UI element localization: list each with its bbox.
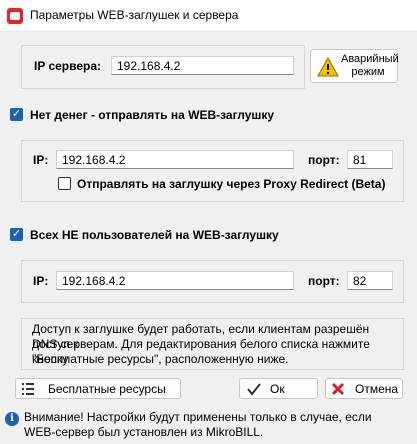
info-icon: i xyxy=(5,412,19,426)
ok-label: Ок xyxy=(270,382,285,396)
no-money-checkbox[interactable]: ✓ xyxy=(10,108,23,121)
app-icon xyxy=(7,8,23,24)
non-users-checkbox[interactable]: ✓ xyxy=(10,228,23,241)
non-users-ip-input[interactable]: 192.168.4.2 xyxy=(56,271,294,290)
cancel-x-icon xyxy=(331,382,345,396)
no-money-port-input[interactable]: 81 xyxy=(347,150,393,169)
non-users-port-input[interactable]: 82 xyxy=(347,271,393,290)
server-ip-label: IP сервера: xyxy=(34,59,102,73)
warning-icon xyxy=(317,57,339,77)
footer-line-1: Внимание! Настройки будут применены толь… xyxy=(24,410,372,424)
no-money-label: Нет денег - отправлять на WEB-заглушку xyxy=(30,108,275,122)
no-money-ip-input[interactable]: 192.168.4.2 xyxy=(56,150,294,169)
list-icon xyxy=(22,383,34,395)
server-ip-input[interactable]: 192.168.4.2 xyxy=(111,56,294,75)
checkmark-icon xyxy=(247,383,261,396)
non-users-port-label: порт: xyxy=(308,274,340,288)
non-users-ip-label: IP: xyxy=(33,274,49,288)
footer-notice: i Внимание! Настройки будут применены то… xyxy=(0,407,417,444)
footer-line-2: WEB-сервер был установлен из MikroBILL. xyxy=(24,425,264,439)
no-money-ip-label: IP: xyxy=(33,153,49,167)
no-money-port-label: порт: xyxy=(308,153,340,167)
emergency-mode-button[interactable]: Аварийный режим xyxy=(310,49,399,83)
cancel-button[interactable]: Отмена xyxy=(325,378,403,399)
info-line-3: "Бесплатные ресурсы", расположенную ниже… xyxy=(32,352,289,366)
free-resources-button[interactable]: Бесплатные ресурсы xyxy=(15,378,181,399)
proxy-redirect-label: Отправлять на заглушку через Proxy Redir… xyxy=(77,177,386,191)
title-bar: Параметры WEB-заглушек и сервера xyxy=(0,0,417,32)
proxy-redirect-checkbox[interactable] xyxy=(58,177,71,190)
non-users-label: Всех НЕ пользователей на WEB-заглушку xyxy=(30,228,279,242)
ok-button[interactable]: Ок xyxy=(239,378,318,399)
cancel-label: Отмена xyxy=(355,382,399,396)
free-resources-label: Бесплатные ресурсы xyxy=(48,382,166,396)
window-title: Параметры WEB-заглушек и сервера xyxy=(30,8,239,22)
emergency-mode-label: Аварийный режим xyxy=(341,53,399,78)
